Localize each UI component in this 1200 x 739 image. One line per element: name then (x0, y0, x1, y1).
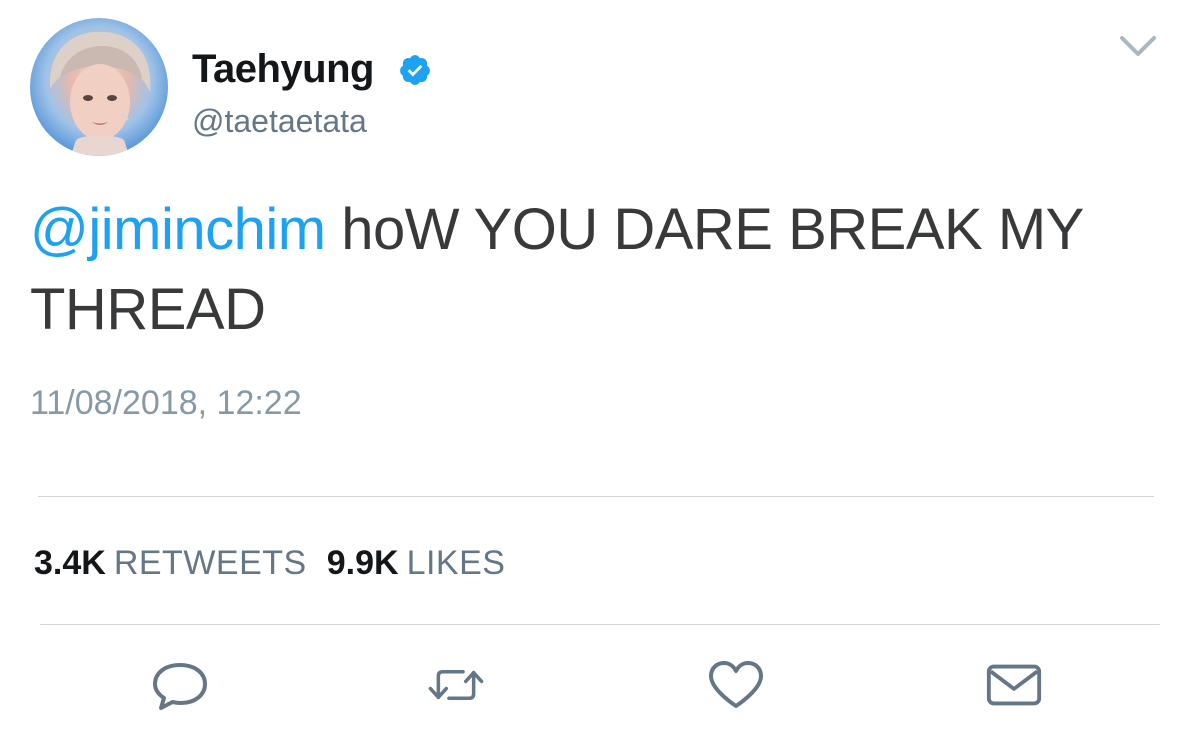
divider (40, 624, 1160, 625)
envelope-icon (986, 664, 1042, 706)
divider (38, 496, 1154, 497)
reply-button[interactable] (150, 655, 210, 715)
reply-icon (153, 663, 207, 710)
retweets-label[interactable]: RETWEETS (114, 544, 307, 582)
timestamp[interactable]: 11/08/2018, 12:22 (30, 383, 302, 423)
likes-label[interactable]: LIKES (407, 544, 506, 582)
retweets-count[interactable]: 3.4K (34, 544, 106, 582)
display-name[interactable]: Taehyung (192, 46, 374, 92)
mention-link[interactable]: @jiminchim (30, 197, 326, 262)
likes-count[interactable]: 9.9K (327, 544, 399, 582)
avatar-photo (49, 31, 151, 156)
user-handle[interactable]: @taetaetata (192, 102, 367, 140)
tweet-text: @jiminchim hoW YOU DARE BREAK MY THREAD (30, 190, 1150, 350)
direct-message-button[interactable] (984, 655, 1044, 715)
tweet-card: Taehyung @taetaetata @jiminchim hoW YOU … (0, 0, 1200, 739)
verified-badge-icon (400, 55, 430, 85)
retweet-icon (428, 670, 484, 700)
retweet-button[interactable] (426, 655, 486, 715)
avatar[interactable] (30, 18, 168, 156)
tweet-stats: 3.4K RETWEETS 9.9K LIKES (34, 543, 525, 583)
chevron-down-icon[interactable] (1118, 32, 1158, 60)
heart-icon (709, 661, 763, 708)
like-button[interactable] (706, 655, 766, 715)
